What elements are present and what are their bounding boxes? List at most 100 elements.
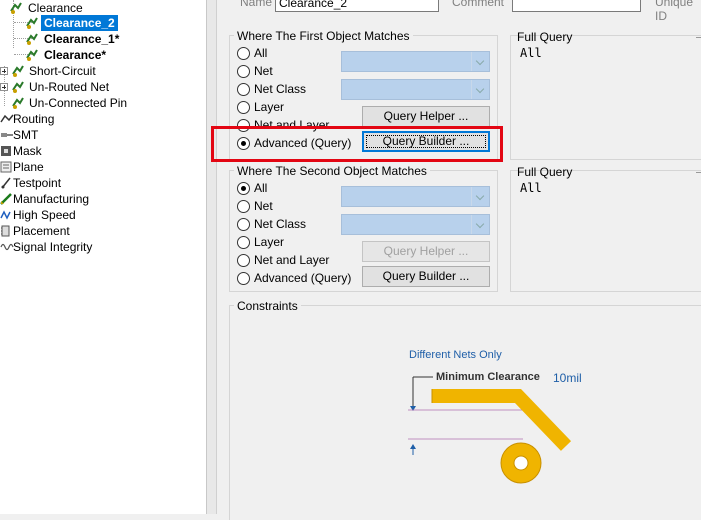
tree-item-label: SMT bbox=[13, 128, 39, 142]
copper-trace bbox=[432, 389, 572, 451]
tree-item-un-routed-net[interactable]: Un-Routed Net bbox=[0, 79, 207, 95]
chevron-down-icon[interactable] bbox=[471, 52, 489, 71]
tree-item-label: Clearance* bbox=[44, 48, 107, 62]
tree-item-manufacturing[interactable]: Manufacturing bbox=[0, 191, 207, 207]
smt-icon bbox=[1, 133, 13, 137]
tree-item-label: Placement bbox=[13, 224, 70, 238]
splitter[interactable] bbox=[207, 0, 217, 514]
radio-label: All bbox=[254, 46, 268, 60]
radio-label: Net bbox=[254, 199, 273, 213]
second-full-query-value: All bbox=[520, 181, 542, 195]
rule-icon bbox=[26, 17, 38, 29]
radio-label: Net bbox=[254, 64, 273, 78]
tree-item-placement[interactable]: Placement bbox=[0, 223, 207, 239]
radio-button[interactable] bbox=[237, 218, 250, 231]
tree-item-clearance[interactable]: Clearance bbox=[0, 0, 207, 16]
tree-item-un-connected-pin[interactable]: Un-Connected Pin bbox=[0, 95, 207, 111]
tree-item-routing[interactable]: Routing bbox=[0, 111, 207, 127]
expand-icon[interactable] bbox=[0, 83, 8, 91]
placement-icon bbox=[1, 225, 10, 237]
tree-item-label: Signal Integrity bbox=[13, 240, 93, 254]
radio-button[interactable] bbox=[237, 101, 250, 114]
second-full-query-label: Full Query bbox=[517, 165, 573, 179]
rule-editor-panel: Name Clearance_2 Comment Unique ID Where… bbox=[218, 0, 701, 520]
routing-icon bbox=[0, 114, 14, 123]
tree-item-label: Short-Circuit bbox=[29, 64, 96, 78]
tree-item-label: Un-Routed Net bbox=[29, 80, 110, 94]
testpoint-icon bbox=[1, 177, 11, 189]
radio-button[interactable] bbox=[237, 83, 250, 96]
rule-icon bbox=[10, 2, 22, 14]
rule-icon bbox=[26, 33, 38, 45]
name-field[interactable]: Clearance_2 bbox=[275, 0, 439, 12]
high-speed-icon bbox=[0, 210, 11, 220]
mask-icon bbox=[1, 146, 11, 156]
tree-item-label: Manufacturing bbox=[13, 192, 90, 206]
signal-integrity-icon bbox=[0, 243, 14, 251]
radio-label: All bbox=[254, 181, 268, 195]
radio-button[interactable] bbox=[237, 236, 250, 249]
first-match-title: Where The First Object Matches bbox=[234, 29, 413, 43]
second-net-combo[interactable] bbox=[341, 186, 490, 207]
chevron-down-icon[interactable] bbox=[471, 80, 489, 99]
first-full-query-value: All bbox=[520, 46, 542, 60]
scroll-indicator bbox=[696, 37, 701, 45]
highlight-box bbox=[211, 126, 503, 162]
radio-label: Advanced (Query) bbox=[254, 271, 352, 285]
rule-icon bbox=[26, 49, 38, 61]
radio-label: Net and Layer bbox=[254, 253, 330, 267]
second-query-builder-button[interactable]: Query Builder ... bbox=[362, 266, 490, 287]
radio-button[interactable] bbox=[237, 47, 250, 60]
rule-icon bbox=[12, 97, 24, 109]
tree-item-high-speed[interactable]: High Speed bbox=[0, 207, 207, 223]
tree-item-short-circuit[interactable]: Short-Circuit bbox=[0, 63, 207, 79]
tree-item-label: Un-Connected Pin bbox=[29, 96, 128, 110]
tree-item-label: Clearance_2 bbox=[41, 15, 118, 31]
unique-id-label: Unique ID bbox=[655, 0, 694, 23]
first-net-class-combo[interactable] bbox=[341, 79, 490, 100]
radio-button[interactable] bbox=[237, 254, 250, 267]
different-nets-only-label: Different Nets Only bbox=[409, 349, 502, 361]
tree-item-clearance-1[interactable]: Clearance_1* bbox=[0, 31, 207, 47]
tree-item-signal-integrity[interactable]: Signal Integrity bbox=[0, 239, 207, 255]
tree-item-plane[interactable]: Plane bbox=[0, 159, 207, 175]
first-full-query-label: Full Query bbox=[517, 30, 573, 44]
rules-tree[interactable]: Clearance Clearance_2 Clearance_1* Clear… bbox=[0, 0, 207, 514]
tree-item-label: Plane bbox=[13, 160, 44, 174]
plane-icon bbox=[0, 161, 12, 173]
second-net-class-combo[interactable] bbox=[341, 214, 490, 235]
manufacturing-icon bbox=[0, 193, 12, 205]
tree-item-mask[interactable]: Mask bbox=[0, 143, 207, 159]
tree-item-clearance-2[interactable]: Clearance_2 bbox=[0, 15, 207, 31]
radio-button[interactable] bbox=[237, 65, 250, 78]
clearance-diagram bbox=[408, 376, 572, 484]
radio-label: Net Class bbox=[254, 82, 307, 96]
tree-item-label: High Speed bbox=[13, 208, 76, 222]
chevron-down-icon[interactable] bbox=[471, 215, 489, 234]
pad-hole bbox=[513, 455, 529, 471]
scroll-indicator bbox=[696, 172, 701, 180]
radio-button-checked[interactable] bbox=[237, 182, 250, 195]
comment-label: Comment bbox=[452, 0, 505, 9]
tree-item-label: Clearance_1* bbox=[44, 32, 120, 46]
tree-item-label: Clearance bbox=[28, 1, 83, 15]
chevron-down-icon[interactable] bbox=[471, 187, 489, 206]
second-query-helper-button: Query Helper ... bbox=[362, 241, 490, 262]
radio-label: Layer bbox=[254, 100, 285, 114]
constraints-title: Constraints bbox=[234, 299, 301, 313]
first-query-helper-button[interactable]: Query Helper ... bbox=[362, 106, 490, 127]
radio-button[interactable] bbox=[237, 200, 250, 213]
expand-icon[interactable] bbox=[0, 67, 8, 75]
second-match-title: Where The Second Object Matches bbox=[234, 164, 430, 178]
tree-item-label: Mask bbox=[13, 144, 42, 158]
tree-item-testpoint[interactable]: Testpoint bbox=[0, 175, 207, 191]
radio-button[interactable] bbox=[237, 272, 250, 285]
rule-icon bbox=[12, 81, 24, 93]
first-net-combo[interactable] bbox=[341, 51, 490, 72]
name-label: Name bbox=[240, 0, 273, 9]
tree-item-clearance-star[interactable]: Clearance* bbox=[0, 47, 207, 63]
tree-item-label: Testpoint bbox=[13, 176, 62, 190]
comment-field[interactable] bbox=[512, 0, 641, 12]
tree-item-smt[interactable]: SMT bbox=[0, 127, 207, 143]
radio-label: Net Class bbox=[254, 217, 307, 231]
